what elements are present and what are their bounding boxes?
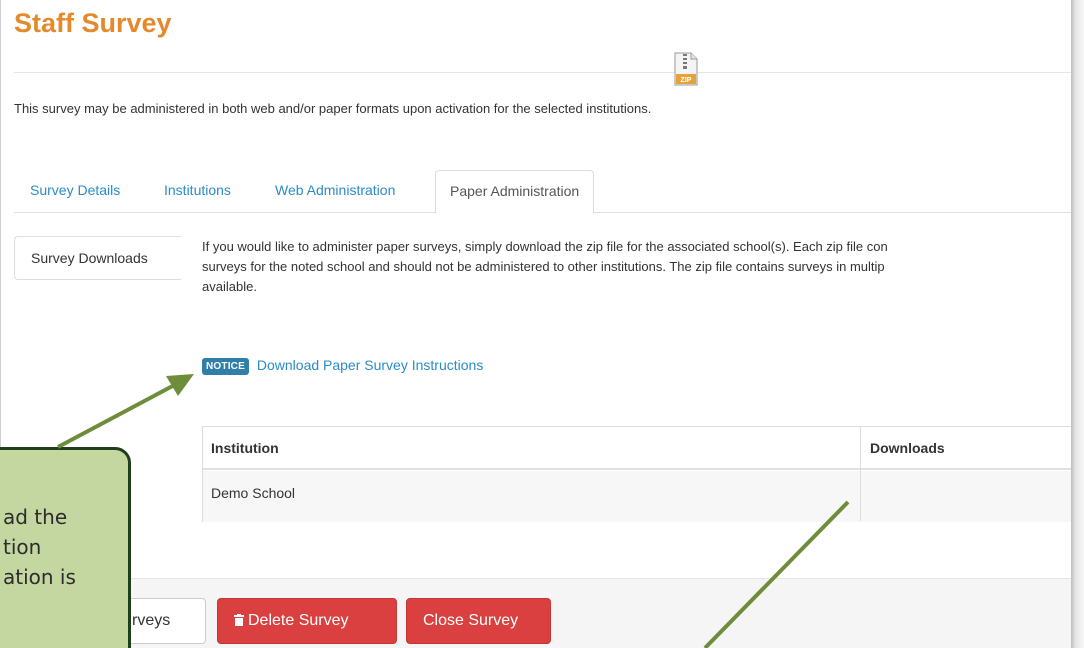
title-divider bbox=[14, 72, 1071, 73]
trash-icon bbox=[234, 614, 244, 626]
tab-institutions[interactable]: Institutions bbox=[164, 170, 231, 213]
download-instructions-link[interactable]: Download Paper Survey Instructions bbox=[257, 357, 483, 373]
downloads-table: Institution Downloads Demo School bbox=[202, 426, 1071, 522]
callout-line: ation is bbox=[3, 565, 76, 589]
description-line: If you would like to administer paper su… bbox=[202, 239, 888, 254]
tab-paper-administration[interactable]: Paper Administration bbox=[435, 170, 595, 214]
table-row: Demo School bbox=[203, 471, 1071, 522]
callout-line: tion bbox=[3, 535, 42, 559]
column-divider bbox=[860, 427, 861, 521]
zip-label: ZIP bbox=[681, 77, 692, 84]
callout-text: ad the tion ation is bbox=[3, 502, 76, 592]
intro-text: This survey may be administered in both … bbox=[14, 101, 652, 116]
column-header-institution: Institution bbox=[211, 440, 279, 456]
side-nav-survey-downloads[interactable]: Survey Downloads bbox=[14, 236, 181, 280]
close-survey-label: Close Survey bbox=[423, 612, 519, 629]
institution-cell: Demo School bbox=[211, 485, 296, 501]
paper-instructions-text: If you would like to administer paper su… bbox=[202, 237, 1071, 297]
close-survey-button[interactable]: Close Survey bbox=[406, 598, 551, 644]
notice-badge: NOTICE bbox=[202, 358, 249, 375]
delete-survey-label: Delete Survey bbox=[248, 612, 349, 629]
page-title: Staff Survey bbox=[14, 8, 172, 38]
surveys-button-label: rveys bbox=[132, 612, 171, 629]
table-header: Institution Downloads bbox=[203, 427, 1071, 470]
callout-line: ad the bbox=[3, 505, 68, 529]
survey-panel: Staff Survey This survey may be administ… bbox=[0, 0, 1071, 648]
description-line: surveys for the noted school and should … bbox=[202, 259, 885, 274]
panel-shadow bbox=[1071, 0, 1084, 648]
delete-survey-button[interactable]: Delete Survey bbox=[217, 598, 397, 644]
tutorial-callout: ad the tion ation is bbox=[0, 447, 131, 648]
tab-bar: Survey Details Institutions Web Administ… bbox=[14, 170, 1071, 214]
zip-file-icon[interactable]: ZIP bbox=[672, 52, 700, 86]
tab-survey-details[interactable]: Survey Details bbox=[30, 170, 120, 213]
tab-web-administration[interactable]: Web Administration bbox=[275, 170, 395, 213]
notice-row: NOTICE Download Paper Survey Instruction… bbox=[202, 357, 483, 375]
description-line: available. bbox=[202, 279, 257, 294]
column-header-downloads: Downloads bbox=[870, 440, 945, 456]
